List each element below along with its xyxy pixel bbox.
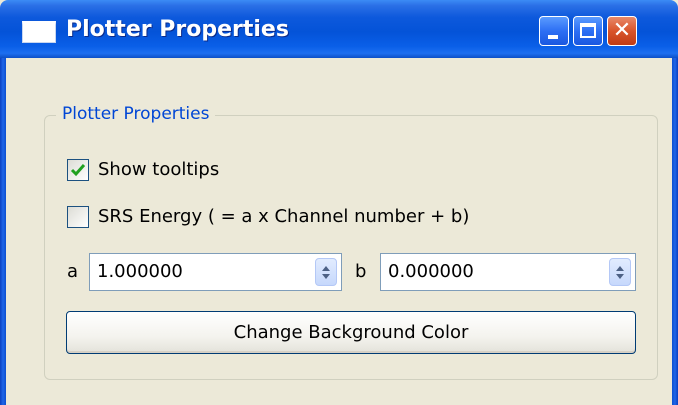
- close-icon: ✕: [612, 18, 632, 43]
- maximize-button[interactable]: [573, 16, 603, 46]
- window-title: Plotter Properties: [66, 17, 289, 42]
- spin-up-icon[interactable]: [322, 266, 330, 271]
- param-b-spin-arrows[interactable]: [609, 258, 631, 286]
- param-b-label: b: [355, 261, 367, 282]
- close-button[interactable]: ✕: [607, 16, 637, 46]
- srs-energy-label[interactable]: SRS Energy ( = a x Channel number + b): [98, 205, 469, 229]
- show-tooltips-checkbox[interactable]: [67, 159, 89, 181]
- param-a-spinbox[interactable]: 1.000000: [89, 253, 342, 291]
- plotter-properties-window: Plotter Properties ✕ Plotter Properties …: [0, 0, 678, 405]
- param-a-spin-arrows[interactable]: [315, 258, 337, 286]
- window-icon: [22, 21, 56, 43]
- maximize-icon: [580, 23, 596, 38]
- spin-down-icon[interactable]: [322, 274, 330, 279]
- minimize-icon: [548, 35, 558, 39]
- minimize-button[interactable]: [539, 16, 569, 46]
- param-b-value[interactable]: 0.000000: [388, 254, 474, 290]
- change-background-color-button[interactable]: Change Background Color: [66, 311, 636, 354]
- param-a-label: a: [67, 261, 79, 282]
- spin-up-icon[interactable]: [616, 266, 624, 271]
- window-border-left: [0, 58, 6, 405]
- change-background-color-label: Change Background Color: [233, 322, 469, 343]
- param-a-value[interactable]: 1.000000: [97, 254, 183, 290]
- param-b-spinbox[interactable]: 0.000000: [380, 253, 636, 291]
- group-title: Plotter Properties: [56, 101, 216, 127]
- show-tooltips-label[interactable]: Show tooltips: [98, 158, 219, 182]
- title-bar[interactable]: Plotter Properties ✕: [0, 0, 678, 58]
- srs-energy-checkbox[interactable]: [67, 206, 89, 228]
- checkmark-icon: [70, 164, 86, 177]
- window-border-right: [672, 58, 678, 405]
- spin-down-icon[interactable]: [616, 274, 624, 279]
